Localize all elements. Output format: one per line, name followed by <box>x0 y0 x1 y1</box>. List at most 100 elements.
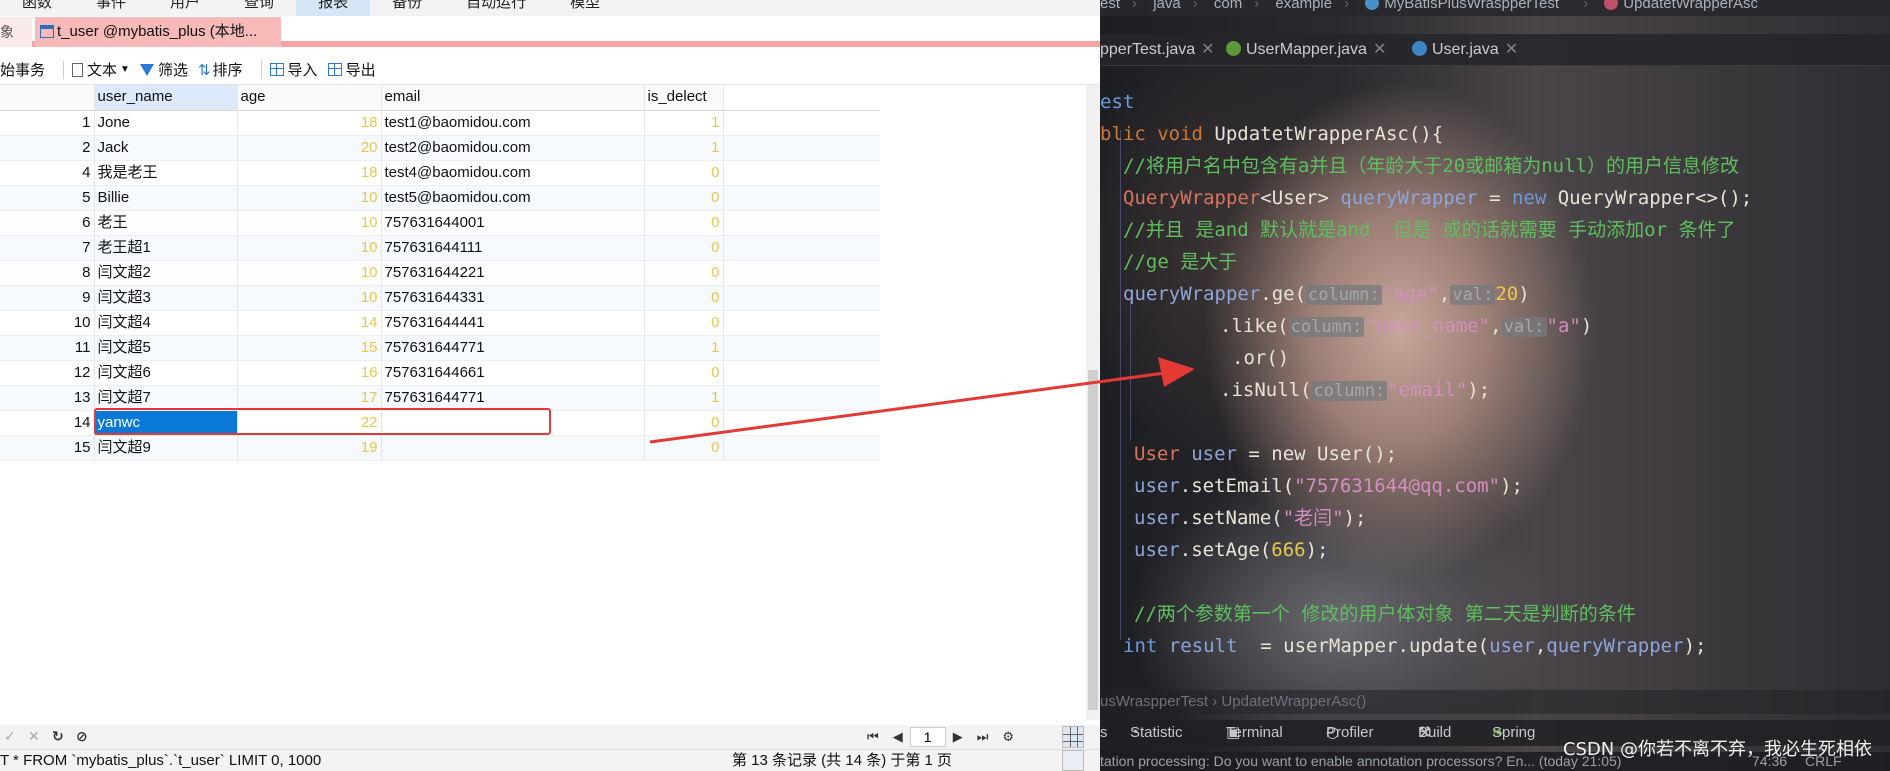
cell-age[interactable]: 19 <box>237 435 382 461</box>
scrollbar-thumb[interactable] <box>1088 370 1098 710</box>
cell-is-delect[interactable]: 0 <box>644 260 724 286</box>
refresh-icon[interactable]: ↻ <box>52 728 64 745</box>
cell-age[interactable]: 18 <box>237 160 382 186</box>
breadcrumb-item[interactable]: java <box>1153 0 1181 12</box>
menu-item-reports[interactable]: 报表 <box>296 0 371 16</box>
cell-email[interactable]: test2@baomidou.com <box>381 135 645 161</box>
row-number-cell[interactable]: 13 <box>0 385 95 411</box>
first-page-icon[interactable]: ⏮ <box>867 729 879 745</box>
row-number-cell[interactable]: 2 <box>0 135 95 161</box>
tab-table-t-user[interactable]: t_user @mybatis_plus (本地... <box>35 17 281 47</box>
table-row[interactable]: 5 Billie 10 test5@baomidou.com 0 <box>0 185 880 211</box>
text-button[interactable]: 文本 ▼ <box>72 59 130 80</box>
sort-button[interactable]: ⇅ 排序 <box>198 59 243 80</box>
cell-age[interactable]: 10 <box>237 210 382 236</box>
cell-user-name[interactable]: 闫文超2 <box>94 260 238 286</box>
import-button[interactable]: 导入 <box>269 59 318 80</box>
row-number-cell[interactable]: 9 <box>0 285 95 311</box>
column-header-user-name[interactable]: user_name <box>94 85 238 111</box>
table-row[interactable]: 7 老王超1 10 757631644111 0 <box>0 235 880 261</box>
cell-age[interactable]: 20 <box>237 135 382 161</box>
prev-page-icon[interactable]: ◀ <box>893 729 903 745</box>
column-header-is-delect[interactable]: is_delect <box>644 85 724 111</box>
discard-x-icon[interactable]: ✕ <box>28 728 40 745</box>
row-number-cell[interactable]: 12 <box>0 360 95 386</box>
cell-is-delect[interactable]: 0 <box>644 185 724 211</box>
row-number-cell[interactable]: 5 <box>0 185 95 211</box>
cell-is-delect[interactable]: 1 <box>644 385 724 411</box>
cell-email[interactable]: 757631644771 <box>381 335 645 361</box>
cell-email[interactable]: test4@baomidou.com <box>381 160 645 186</box>
last-page-icon[interactable]: ⏭ <box>977 729 989 745</box>
breadcrumb-class[interactable]: MyBatisPlusWraspperTest <box>1365 0 1571 12</box>
close-icon[interactable]: ✕ <box>1505 41 1518 58</box>
row-number-cell[interactable]: 7 <box>0 235 95 261</box>
menu-item-users[interactable]: 用户 <box>148 0 222 16</box>
cell-email[interactable] <box>381 435 645 461</box>
form-view-icon[interactable] <box>1062 750 1084 771</box>
cell-user-name[interactable]: 老王超1 <box>94 235 238 261</box>
cell-email[interactable]: 757631644111 <box>381 235 645 261</box>
stop-icon[interactable]: ⊘ <box>76 728 88 745</box>
breadcrumb-item[interactable]: est <box>1100 0 1120 12</box>
editor-tab-test[interactable]: pperTest.java ✕ <box>1100 34 1215 66</box>
table-row[interactable]: 11 闫文超5 15 757631644771 1 <box>0 335 880 361</box>
export-button[interactable]: 导出 <box>327 59 376 80</box>
column-header-age[interactable]: age <box>237 85 382 111</box>
begin-transaction-button[interactable]: 始事务 <box>0 59 45 80</box>
cell-age[interactable]: 16 <box>237 360 382 386</box>
close-icon[interactable]: ✕ <box>1373 41 1386 58</box>
cell-user-name[interactable]: 我是老王 <box>94 160 238 186</box>
cell-age[interactable]: 14 <box>237 310 382 336</box>
cell-user-name[interactable]: 闫文超6 <box>94 360 238 386</box>
grid-view-icon[interactable] <box>1062 726 1084 748</box>
cell-age[interactable]: 10 <box>237 260 382 286</box>
table-row[interactable]: 4 我是老王 18 test4@baomidou.com 0 <box>0 160 880 186</box>
menu-item-backup[interactable]: 备份 <box>370 0 444 16</box>
breadcrumb-item[interactable]: example <box>1275 0 1332 12</box>
row-number-cell[interactable]: 10 <box>0 310 95 336</box>
cell-email[interactable]: test1@baomidou.com <box>381 110 645 136</box>
cell-email[interactable]: 757631644771 <box>381 385 645 411</box>
apply-check-icon[interactable]: ✓ <box>4 728 16 745</box>
row-number-cell[interactable]: 14 <box>0 410 95 436</box>
vertical-scrollbar[interactable] <box>1086 85 1100 720</box>
code-editor[interactable]: est blic void UpdatetWrapperAsc(){ //将用户… <box>1100 86 1890 657</box>
row-number-cell[interactable]: 6 <box>0 210 95 236</box>
menu-item-query[interactable]: 查询 <box>222 0 296 16</box>
cell-user-name[interactable]: Jack <box>94 135 238 161</box>
cell-age[interactable]: 10 <box>237 185 382 211</box>
table-row[interactable]: 10 闫文超4 14 757631644441 0 <box>0 310 880 336</box>
menu-item-functions[interactable]: 函数 <box>0 0 74 16</box>
cell-is-delect[interactable]: 0 <box>644 360 724 386</box>
cell-is-delect[interactable]: 0 <box>644 310 724 336</box>
cell-is-delect[interactable]: 0 <box>644 285 724 311</box>
page-number-input[interactable] <box>909 727 946 747</box>
row-number-cell[interactable]: 15 <box>0 435 95 461</box>
cell-is-delect[interactable]: 1 <box>644 335 724 361</box>
cell-is-delect[interactable]: 0 <box>644 235 724 261</box>
column-header-email[interactable]: email <box>381 85 645 111</box>
cell-email[interactable]: 757631644331 <box>381 285 645 311</box>
cell-user-name[interactable]: 闫文超4 <box>94 310 238 336</box>
cell-is-delect[interactable]: 0 <box>644 410 724 436</box>
row-number-cell[interactable]: 1 <box>0 110 95 136</box>
cell-user-name[interactable]: 老王 <box>94 210 238 236</box>
row-number-cell[interactable]: 4 <box>0 160 95 186</box>
cell-is-delect[interactable]: 1 <box>644 110 724 136</box>
cell-user-name[interactable]: 闫文超7 <box>94 385 238 411</box>
table-row[interactable]: 13 闫文超7 17 757631644771 1 <box>0 385 880 411</box>
cell-user-name[interactable]: 闫文超5 <box>94 335 238 361</box>
editor-tab-usermapper[interactable]: UserMapper.java ✕ <box>1226 34 1386 66</box>
cell-is-delect[interactable]: 0 <box>644 435 724 461</box>
cell-age[interactable]: 18 <box>237 110 382 136</box>
cell-email[interactable]: 757631644001 <box>381 210 645 236</box>
cell-user-name[interactable]: 闫文超3 <box>94 285 238 311</box>
cell-user-name[interactable]: 闫文超9 <box>94 435 238 461</box>
cell-email[interactable]: 757631644221 <box>381 260 645 286</box>
menu-item-model[interactable]: 模型 <box>548 0 622 16</box>
row-number-cell[interactable]: 8 <box>0 260 95 286</box>
menu-item-autorun[interactable]: 自动运行 <box>444 0 548 16</box>
cell-age[interactable]: 15 <box>237 335 382 361</box>
editor-tab-user[interactable]: User.java ✕ <box>1412 34 1518 66</box>
